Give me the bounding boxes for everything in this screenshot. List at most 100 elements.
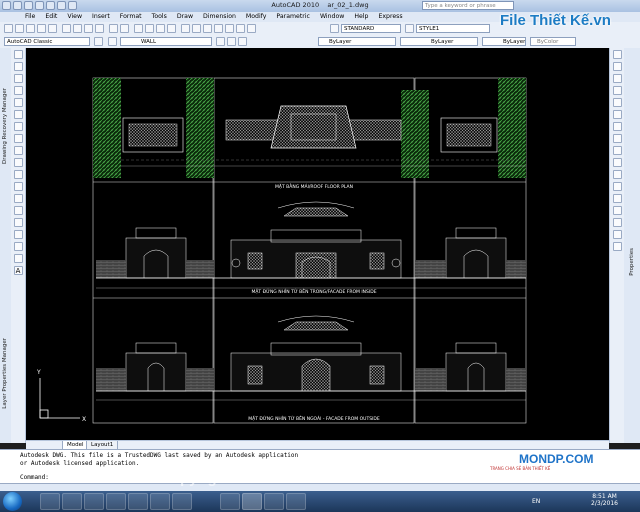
rotate-icon[interactable]	[612, 122, 622, 131]
extend-icon[interactable]	[612, 170, 622, 179]
construction-line-icon[interactable]	[13, 62, 23, 71]
arc-icon[interactable]	[13, 110, 23, 119]
linetype-select[interactable]: ByLayer	[400, 37, 478, 46]
tool-palettes-icon[interactable]	[203, 24, 212, 33]
line-icon[interactable]	[13, 50, 23, 59]
explorer-icon[interactable]	[40, 493, 60, 510]
ellipse-icon[interactable]	[13, 158, 23, 167]
multiline-text-icon[interactable]: A	[13, 266, 23, 275]
text-style-select[interactable]: STANDARD	[341, 24, 401, 33]
layer-state-icon[interactable]	[238, 37, 247, 46]
menu-view[interactable]: View	[62, 12, 87, 22]
language-indicator[interactable]: EN	[532, 498, 540, 505]
folder-icon[interactable]	[220, 493, 240, 510]
photoshop-icon[interactable]	[62, 493, 82, 510]
match-properties-icon[interactable]	[95, 24, 104, 33]
drawing-recovery-manager-tab[interactable]: Drawing Recovery Manager	[2, 88, 8, 164]
workspace-select[interactable]: AutoCAD Classic	[4, 37, 90, 46]
design-center-icon[interactable]	[192, 24, 201, 33]
copy-object-icon[interactable]	[612, 62, 622, 71]
menu-window[interactable]: Window	[315, 12, 349, 22]
make-block-icon[interactable]	[13, 194, 23, 203]
sheet-set-icon[interactable]	[214, 24, 223, 33]
hatch-icon[interactable]	[13, 218, 23, 227]
join-icon[interactable]	[612, 206, 622, 215]
menu-draw[interactable]: Draw	[172, 12, 198, 22]
save-icon[interactable]	[26, 24, 35, 33]
calculator-icon[interactable]	[236, 24, 245, 33]
print-icon[interactable]	[37, 24, 46, 33]
ellipse-arc-icon[interactable]	[13, 170, 23, 179]
explode-icon[interactable]	[612, 242, 622, 251]
redo-icon[interactable]	[120, 24, 129, 33]
lineweight-select[interactable]: ByLayer	[482, 37, 526, 46]
zoom-window-icon[interactable]	[156, 24, 165, 33]
firefox-icon[interactable]	[172, 493, 192, 510]
circle-icon[interactable]	[13, 122, 23, 131]
acrobat-icon[interactable]	[128, 493, 148, 510]
command-prompt[interactable]: Command:	[20, 474, 49, 481]
menu-dimension[interactable]: Dimension	[198, 12, 241, 22]
trim-icon[interactable]	[612, 158, 622, 167]
spline-icon[interactable]	[13, 146, 23, 155]
workspace-settings-icon[interactable]	[94, 37, 103, 46]
pan-icon[interactable]	[134, 24, 143, 33]
open-icon[interactable]	[15, 24, 24, 33]
start-button[interactable]	[3, 492, 22, 511]
polygon-icon[interactable]	[13, 86, 23, 95]
point-icon[interactable]	[13, 206, 23, 215]
break-at-point-icon[interactable]	[612, 182, 622, 191]
chamfer-icon[interactable]	[612, 218, 622, 227]
zoom-realtime-icon[interactable]	[145, 24, 154, 33]
move-icon[interactable]	[612, 110, 622, 119]
plotstyle-select[interactable]: ByColor	[530, 37, 576, 46]
markup-icon[interactable]	[225, 24, 234, 33]
color-select[interactable]: ByLayer	[318, 37, 396, 46]
region-icon[interactable]	[13, 242, 23, 251]
menu-modify[interactable]: Modify	[241, 12, 272, 22]
menu-express[interactable]: Express	[373, 12, 407, 22]
rectangle-icon[interactable]	[13, 98, 23, 107]
menu-file[interactable]: File	[20, 12, 40, 22]
revision-cloud-icon[interactable]	[13, 134, 23, 143]
array-icon[interactable]	[612, 98, 622, 107]
erase-icon[interactable]	[612, 50, 622, 59]
drawing-canvas[interactable]: MẶT BẰNG MÁI/ROOF FLOOR PLAN MẶT ĐỨNG NH…	[26, 48, 609, 440]
copy-icon[interactable]	[73, 24, 82, 33]
chrome-icon[interactable]	[150, 493, 170, 510]
properties-palette-tab[interactable]: Properties	[629, 248, 635, 276]
layer-properties-manager-tab[interactable]: Layer Properties Manager	[2, 338, 8, 409]
fillet-icon[interactable]	[612, 230, 622, 239]
media-player-icon[interactable]	[84, 493, 104, 510]
scale-icon[interactable]	[612, 134, 622, 143]
new-icon[interactable]	[4, 24, 13, 33]
help-icon[interactable]	[247, 24, 256, 33]
system-clock[interactable]: 8:51 AM 2/3/2016	[591, 493, 618, 507]
make-current-icon[interactable]	[216, 37, 225, 46]
winrar-icon[interactable]	[286, 493, 306, 510]
layer-properties-icon[interactable]	[108, 37, 117, 46]
menu-parametric[interactable]: Parametric	[271, 12, 315, 22]
polyline-icon[interactable]	[13, 74, 23, 83]
menu-help[interactable]: Help	[349, 12, 373, 22]
menu-tools[interactable]: Tools	[147, 12, 172, 22]
menu-insert[interactable]: Insert	[87, 12, 115, 22]
mirror-icon[interactable]	[612, 74, 622, 83]
menu-format[interactable]: Format	[115, 12, 147, 22]
preview-icon[interactable]	[48, 24, 57, 33]
layer-select[interactable]: WALL	[120, 37, 212, 46]
insert-block-icon[interactable]	[13, 182, 23, 191]
break-icon[interactable]	[612, 194, 622, 203]
cut-icon[interactable]	[62, 24, 71, 33]
stretch-icon[interactable]	[612, 146, 622, 155]
menu-edit[interactable]: Edit	[40, 12, 62, 22]
gradient-icon[interactable]	[13, 230, 23, 239]
search-input[interactable]: Type a keyword or phrase	[422, 1, 514, 10]
properties-icon[interactable]	[181, 24, 190, 33]
skype-icon[interactable]	[264, 493, 284, 510]
paste-icon[interactable]	[84, 24, 93, 33]
zoom-previous-icon[interactable]	[167, 24, 176, 33]
undo-icon[interactable]	[109, 24, 118, 33]
layer-previous-icon[interactable]	[227, 37, 236, 46]
autocad-taskbar-icon[interactable]	[242, 493, 262, 510]
